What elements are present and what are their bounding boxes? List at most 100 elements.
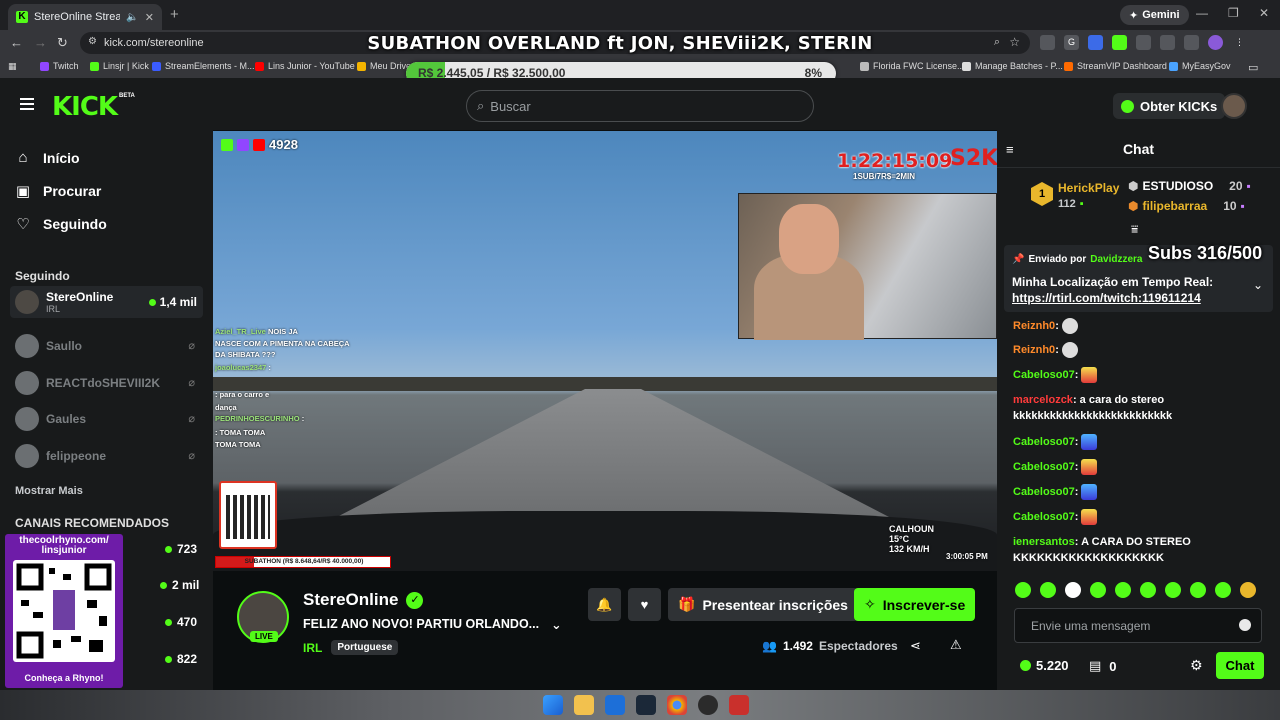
chrome-icon[interactable] (667, 695, 687, 715)
star-icon[interactable]: ☆ (1009, 35, 1020, 49)
back-icon[interactable]: ← (10, 35, 23, 50)
bookmark-item[interactable]: Lins Junior - YouTube (255, 61, 355, 71)
emote-icon[interactable] (1065, 582, 1081, 598)
browser-tab[interactable]: K StereOnline Stream - Watch 🔈 ✕ (8, 4, 162, 30)
bookmark-label: StreamVIP Dashboard (1077, 61, 1167, 71)
menu-icon[interactable] (20, 98, 34, 110)
expand-leaderboard-icon[interactable]: ⩸ (1131, 222, 1138, 237)
emote-icon[interactable] (1190, 582, 1206, 598)
emote-icon[interactable] (1240, 582, 1256, 598)
sparkle-icon: ✦ (1129, 9, 1139, 22)
category-link[interactable]: IRL (303, 641, 322, 655)
obs-icon[interactable] (698, 695, 718, 715)
gemini-button[interactable]: ✦ Gemini (1120, 5, 1189, 25)
bookmark-favicon-icon (255, 61, 264, 71)
follow-button[interactable]: ♥ (628, 588, 661, 621)
leaderboard-entry[interactable]: ⬢ filipebarraa 10 ▪ (1128, 199, 1245, 213)
language-tag[interactable]: Portuguese (331, 640, 399, 655)
kick-logo[interactable]: KICK (52, 92, 118, 122)
bookmark-item[interactable]: StreamVIP Dashboard (1064, 61, 1167, 71)
share-icon[interactable]: ⋖ (910, 638, 921, 654)
emote-icon[interactable] (1040, 582, 1056, 598)
nav-following[interactable]: ♡ Seguindo (15, 215, 107, 233)
subscribe-button[interactable]: ✧ Inscrever-se (854, 588, 976, 621)
emote-icon[interactable] (1140, 582, 1156, 598)
app-icon[interactable] (729, 695, 749, 715)
following-item-stereonline[interactable]: StereOnline IRL 1,4 mil (10, 286, 203, 318)
bookmark-item[interactable]: StreamElements - M... (152, 61, 255, 71)
emoji-picker-icon[interactable] (1239, 619, 1251, 631)
send-chat-button[interactable]: Chat (1216, 652, 1264, 679)
kicks-balance[interactable]: 5.220 (1020, 658, 1069, 673)
emote-icon[interactable] (1165, 582, 1181, 598)
bookmark-item[interactable]: Meu Drive (357, 61, 411, 71)
bookmark-item[interactable]: Manage Batches - P... (962, 61, 1063, 71)
bookmark-item[interactable]: Twitch (40, 61, 79, 71)
pinned-by-user[interactable]: Davidzzera (1090, 254, 1142, 265)
leaderboard-entry[interactable]: ⬢ ESTUDIOSO 20 ▪ (1128, 179, 1251, 193)
live-dot-icon (160, 581, 167, 589)
get-kicks-button[interactable]: Obter KICKs (1113, 93, 1226, 119)
zoom-icon[interactable]: ⌕ (994, 36, 1000, 49)
close-window-icon[interactable]: ✕ (1259, 6, 1269, 20)
overlay-chat-line: : para o carro e (215, 390, 270, 399)
nav-browse[interactable]: ▣ Procurar (15, 182, 101, 200)
reading-list-icon[interactable] (1184, 35, 1199, 50)
nav-home[interactable]: ⌂ Início (15, 149, 79, 166)
gear-icon[interactable]: ⚙ (1190, 657, 1203, 674)
tab-title: StereOnline Stream - Watch (34, 11, 121, 23)
emote-icon[interactable] (1015, 582, 1031, 598)
video-player[interactable]: 4928 1:22:15:09 1SUB/7R$=2MIN S2K Aziel_… (213, 131, 997, 571)
profile-icon[interactable] (1208, 35, 1223, 50)
pinned-link[interactable]: https://rtirl.com/twitch:119611214 (1012, 291, 1201, 305)
windows-start-icon[interactable] (543, 695, 563, 715)
forward-icon[interactable]: → (34, 35, 47, 50)
gift-subs-button[interactable]: 🎁 Presentear inscrições (668, 588, 858, 621)
chevron-down-icon[interactable]: ⌄ (1253, 278, 1263, 292)
user-avatar[interactable] (1221, 93, 1247, 119)
following-item[interactable]: Saullo ⌀ (10, 330, 203, 362)
all-bookmarks-icon[interactable]: ▭ (1248, 61, 1258, 74)
subscribe-label: Inscrever-se (882, 596, 966, 613)
menu-dots-icon[interactable]: ⋮ (1232, 35, 1247, 50)
outlook-icon[interactable] (605, 695, 625, 715)
steam-icon[interactable] (636, 695, 656, 715)
bookmark-label: Lins Junior - YouTube (268, 61, 355, 71)
emote-icon[interactable] (1115, 582, 1131, 598)
apps-grid-icon[interactable]: ▦ (8, 61, 17, 72)
show-more-link[interactable]: Mostrar Mais (15, 485, 83, 497)
channel-avatar (15, 334, 39, 358)
channel-name[interactable]: StereOnline (303, 590, 398, 610)
leaderboard-name[interactable]: HerickPlay (1058, 181, 1119, 195)
chat-message-input[interactable]: Envie uma mensagem (1014, 608, 1262, 643)
puzzle-icon[interactable] (1136, 35, 1151, 50)
file-explorer-icon[interactable] (574, 695, 594, 715)
extension-icon[interactable] (1160, 35, 1175, 50)
reload-icon[interactable]: ↻ (57, 35, 68, 51)
following-item[interactable]: REACTdoSHEVIII2K ⌀ (10, 367, 203, 399)
notifications-button[interactable]: 🔔 (588, 588, 621, 621)
extension-icon[interactable] (1112, 35, 1127, 50)
site-info-icon[interactable]: ⚙ (88, 36, 97, 47)
new-tab-button[interactable]: + (170, 6, 179, 23)
google-icon[interactable]: G (1064, 35, 1079, 50)
extension-icon[interactable] (1088, 35, 1103, 50)
extension-icon[interactable] (1040, 35, 1055, 50)
bookmark-item[interactable]: Linsjr | Kick (90, 61, 149, 71)
close-tab-icon[interactable]: ✕ (145, 11, 154, 24)
report-warning-icon[interactable]: ⚠ (950, 637, 962, 653)
store-button[interactable]: ▤ 0 (1089, 658, 1117, 674)
bookmark-item[interactable]: Florida FWC License... (860, 61, 965, 71)
live-dot-icon (165, 545, 172, 553)
bookmark-label: Florida FWC License... (873, 61, 965, 71)
bookmark-item[interactable]: MyEasyGov (1169, 61, 1231, 71)
audio-icon[interactable]: 🔈 (126, 12, 138, 23)
minimize-icon[interactable]: — (1196, 6, 1208, 20)
following-item[interactable]: Gaules ⌀ (10, 403, 203, 435)
emote-icon[interactable] (1090, 582, 1106, 598)
chevron-down-icon[interactable]: ⌄ (551, 617, 561, 632)
emote-icon[interactable] (1215, 582, 1231, 598)
following-item[interactable]: felippeone ⌀ (10, 440, 203, 472)
maximize-icon[interactable]: ❐ (1228, 6, 1239, 20)
search-input[interactable]: ⌕ Buscar (466, 90, 814, 122)
